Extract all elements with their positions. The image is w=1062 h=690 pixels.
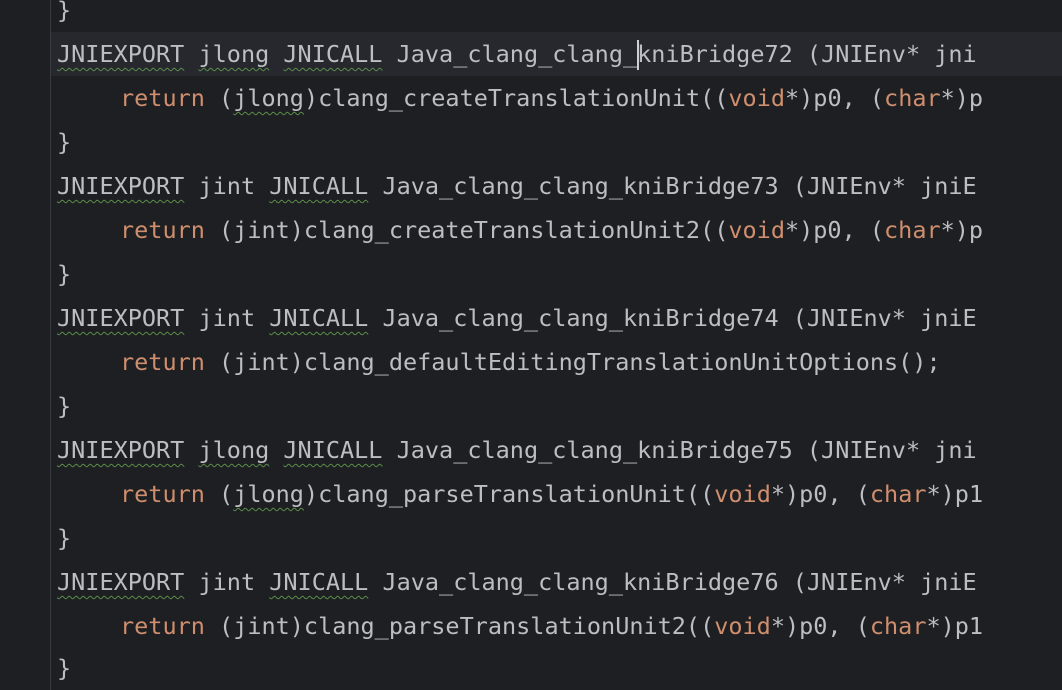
code-line[interactable]: return (jint)clang_createTranslationUnit… [51,208,1062,252]
code-token: jint [198,568,256,596]
code-token: JNIEXPORT [57,172,185,200]
code-text: } [57,392,72,420]
code-token: JNICALL [283,436,383,464]
code-line[interactable]: } [51,384,1062,428]
code-token: *)p [940,84,984,112]
code-token: JNIEXPORT [57,40,185,68]
keyword-token: void [714,612,771,640]
code-line[interactable]: } [51,516,1062,560]
keyword-token: char [884,216,941,244]
code-line-current[interactable]: JNIEXPORT jlong JNICALL Java_clang_clang… [51,32,1062,76]
keyword-token: void [714,480,771,508]
code-token: *)p0, ( [770,480,870,508]
code-line[interactable]: JNIEXPORT jint JNICALL Java_clang_clang_… [51,296,1062,340]
code-token: Java_clang_clang_kniBridge76 (JNIEnv* jn… [382,568,977,596]
code-token: *)p [940,216,984,244]
keyword-token: return [120,612,205,640]
code-token: jlong [233,84,304,112]
code-token: (jint)clang_defaultEditingTranslationUni… [219,348,941,376]
keyword-token: return [120,480,205,508]
code-token: Java_clang_clang_kniBridge74 (JNIEnv* jn… [382,304,977,332]
code-text: } [57,524,72,552]
code-token: jlong [233,480,304,508]
code-editor[interactable]: } JNIEXPORT jlong JNICALL Java_clang_cla… [0,0,1062,690]
code-line[interactable]: return (jint)clang_defaultEditingTransla… [51,340,1062,384]
keyword-token: char [869,480,927,508]
code-token: jint [198,172,256,200]
code-token: jint [198,304,256,332]
code-token: *)p1 [926,480,984,508]
code-token: Java_clang_clang_kniBridge73 (JNIEnv* jn… [382,172,977,200]
code-token: JNICALL [269,304,369,332]
code-line[interactable]: return (jlong)clang_parseTranslationUnit… [51,472,1062,516]
code-token: jlong [198,436,270,464]
code-token: *)p0, ( [770,612,870,640]
code-token: (jint)clang_createTranslationUnit2(( [219,216,729,244]
code-line[interactable]: } [51,252,1062,296]
code-token: )clang_createTranslationUnit(( [303,84,729,112]
code-token: ( [219,480,234,508]
code-text: } [57,0,72,24]
code-text: } [57,128,72,156]
code-line[interactable]: JNIEXPORT jint JNICALL Java_clang_clang_… [51,164,1062,208]
code-line[interactable]: } [51,0,1062,32]
keyword-token: return [120,348,205,376]
code-token: JNICALL [269,568,369,596]
code-text: } [57,260,72,288]
keyword-token: return [120,216,205,244]
code-token: JNIEXPORT [57,568,185,596]
code-token: JNICALL [283,40,383,68]
code-token: *)p0, ( [784,216,885,244]
code-line[interactable]: JNIEXPORT jlong JNICALL Java_clang_clang… [51,428,1062,472]
code-line[interactable]: } [51,120,1062,164]
keyword-token: char [884,84,941,112]
text-caret [637,39,640,70]
code-token: ( [219,84,234,112]
code-token: JNIEXPORT [57,304,185,332]
code-token: JNIEXPORT [57,436,185,464]
code-token: *)p1 [926,612,984,640]
code-token: Java_clang_clang_kniBridge75 (JNIEnv* jn… [396,436,977,464]
editor-gutter[interactable] [0,0,51,690]
keyword-token: return [120,84,205,112]
code-line[interactable]: return (jlong)clang_createTranslationUni… [51,76,1062,120]
code-area[interactable]: } JNIEXPORT jlong JNICALL Java_clang_cla… [51,0,1062,690]
keyword-token: void [728,84,785,112]
code-line[interactable]: } [51,646,1062,690]
code-token: *)p0, ( [785,84,885,112]
code-line[interactable]: return (jint)clang_parseTranslationUnit2… [51,604,1062,648]
code-token: JNICALL [269,172,369,200]
keyword-token: void [728,216,785,244]
code-token: (jint)clang_parseTranslationUnit2(( [219,612,715,640]
code-text: } [57,654,72,682]
code-token: Java_clang_clang_ [396,40,638,68]
code-token: jlong [198,40,270,68]
code-token: kniBridge72 (JNIEnv* jni [637,40,977,68]
keyword-token: char [869,612,927,640]
code-line[interactable]: JNIEXPORT jint JNICALL Java_clang_clang_… [51,560,1062,604]
code-token: )clang_parseTranslationUnit(( [303,480,715,508]
